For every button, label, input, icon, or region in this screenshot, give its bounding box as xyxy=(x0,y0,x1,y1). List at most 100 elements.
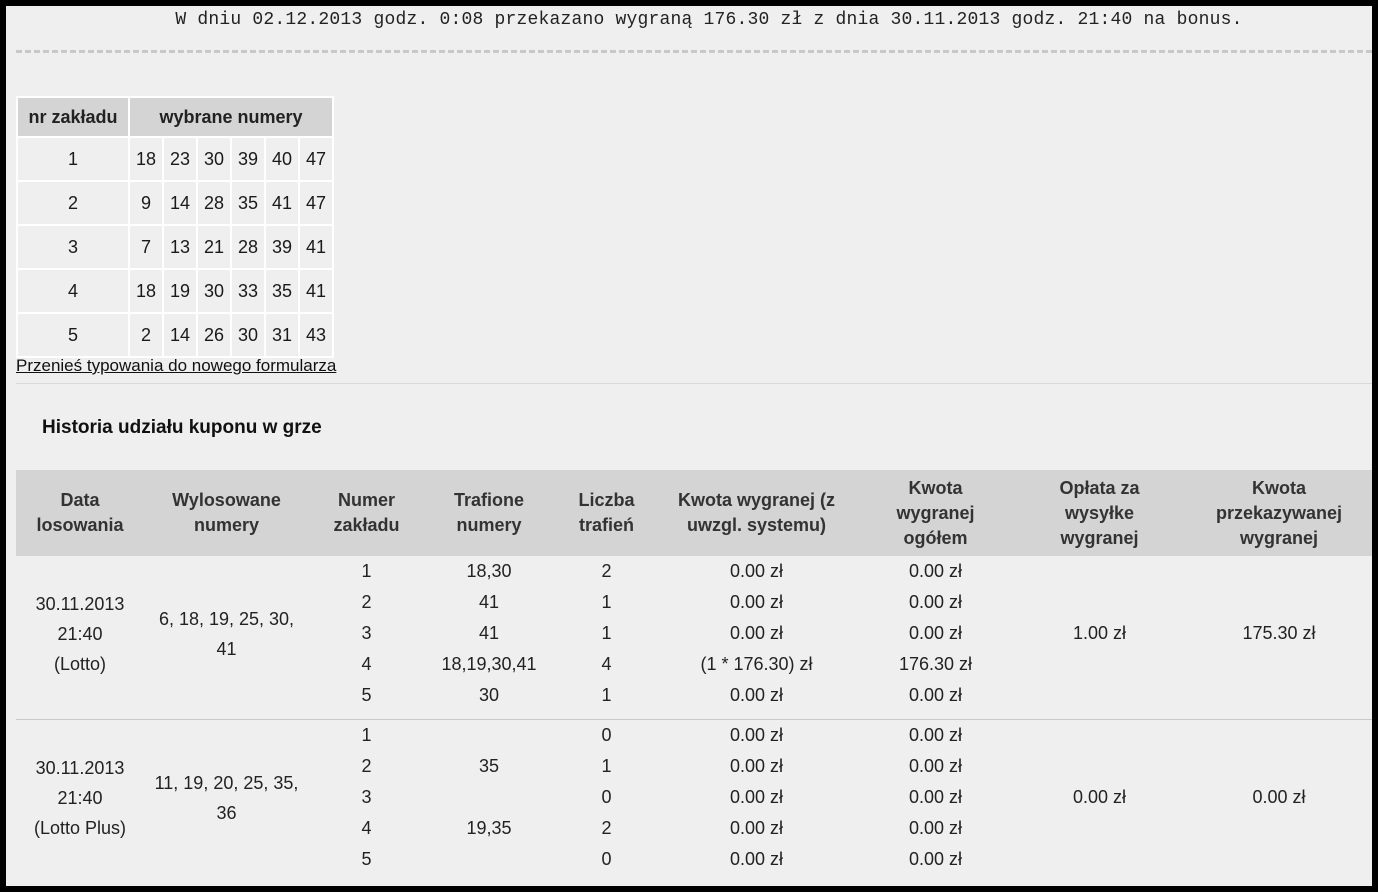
total-win: 0.00 zł xyxy=(908,685,963,705)
selected-number: 47 xyxy=(298,180,334,226)
total-win: 0.00 zł xyxy=(908,561,963,581)
win-amount: 0.00 zł xyxy=(729,818,784,838)
bet-number: 2 xyxy=(361,592,372,612)
win-amount: 0.00 zł xyxy=(729,592,784,612)
win-amount: 0.00 zł xyxy=(729,787,784,807)
transfer-notice: W dniu 02.12.2013 godz. 0:08 przekazano … xyxy=(175,10,1243,30)
hit-numbers: 41 xyxy=(478,623,500,643)
selected-number: 14 xyxy=(162,312,198,358)
hit-count: 1 xyxy=(601,592,612,612)
selected-number: 30 xyxy=(230,312,266,358)
selected-number: 28 xyxy=(196,180,232,226)
win-amount: 0.00 zł xyxy=(729,756,784,776)
selected-number: 39 xyxy=(230,136,266,182)
bets-header-row: nr zakładu wybrane numery xyxy=(16,96,334,138)
selected-number: 9 xyxy=(128,180,164,226)
hit-numbers: 18,30 xyxy=(466,561,512,581)
selected-number: 41 xyxy=(298,224,334,270)
hit-numbers xyxy=(424,844,554,875)
selected-number: 2 xyxy=(128,312,164,358)
bet-number: 2 xyxy=(16,180,130,226)
bet-number: 5 xyxy=(361,849,372,869)
selected-number: 21 xyxy=(196,224,232,270)
hit-count: 0 xyxy=(601,849,612,869)
selected-number: 7 xyxy=(128,224,164,270)
bet-number: 2 xyxy=(361,756,372,776)
bet-row: 1 18 23 30 39 40 47 xyxy=(16,136,334,182)
page-content: W dniu 02.12.2013 godz. 0:08 przekazano … xyxy=(6,6,1372,886)
total-win: 0.00 zł xyxy=(908,849,963,869)
draw-date: 30.11.2013 21:40 (Lotto Plus) xyxy=(33,757,127,838)
bet-number: 1 xyxy=(16,136,130,182)
shipping-fee: 0.00 zł xyxy=(1072,787,1127,807)
history-header-row: Data losowania Wylosowane numery Numer zakład… xyxy=(16,470,1372,556)
selected-number: 40 xyxy=(264,136,300,182)
bet-row: 2 9 14 28 35 41 47 xyxy=(16,180,334,226)
coupon-history-table: Data losowania Wylosowane numery Numer zakład… xyxy=(16,470,1372,875)
selected-number: 18 xyxy=(128,136,164,182)
selected-number: 18 xyxy=(128,268,164,314)
dashed-divider xyxy=(16,50,1372,53)
selected-number: 30 xyxy=(196,268,232,314)
win-amount: 0.00 zł xyxy=(729,623,784,643)
total-win: 0.00 zł xyxy=(908,623,963,643)
history-column-header: Liczba trafień xyxy=(554,470,659,556)
hit-numbers xyxy=(424,782,554,813)
hit-count: 2 xyxy=(601,818,612,838)
selected-number: 47 xyxy=(298,136,334,182)
header-selected-numbers: wybrane numery xyxy=(128,96,334,138)
bet-number: 5 xyxy=(16,312,130,358)
selected-number: 19 xyxy=(162,268,198,314)
bet-number: 3 xyxy=(361,623,372,643)
transfer-bets-link[interactable]: Przenieś typowania do nowego formularza xyxy=(16,356,336,376)
hit-count: 1 xyxy=(601,756,612,776)
win-amount: 0.00 zł xyxy=(729,849,784,869)
total-win: 0.00 zł xyxy=(908,787,963,807)
hit-numbers: 19,35 xyxy=(466,818,512,838)
hit-count: 0 xyxy=(601,787,612,807)
total-win: 0.00 zł xyxy=(908,592,963,612)
drawn-numbers: 11, 19, 20, 25, 35, 36 xyxy=(154,772,299,823)
transferred-amount: 175.30 zł xyxy=(1242,623,1316,643)
selected-number: 35 xyxy=(230,180,266,226)
history-column-header: Kwota wygranej (z uwzgl. systemu) xyxy=(659,470,854,556)
bet-number: 5 xyxy=(361,685,372,705)
selected-number: 13 xyxy=(162,224,198,270)
drawn-numbers: 6, 18, 19, 25, 30, 41 xyxy=(158,608,295,659)
history-title: Historia udziału kuponu w grze xyxy=(42,417,322,438)
bet-number: 4 xyxy=(361,818,372,838)
bet-number: 3 xyxy=(16,224,130,270)
total-win: 176.30 zł xyxy=(898,654,973,674)
bet-number: 4 xyxy=(16,268,130,314)
selected-number: 28 xyxy=(230,224,266,270)
hit-count: 1 xyxy=(601,623,612,643)
selected-number: 35 xyxy=(264,268,300,314)
bet-row: 4 18 19 30 33 35 41 xyxy=(16,268,334,314)
total-win: 0.00 zł xyxy=(908,756,963,776)
win-amount: 0.00 zł xyxy=(729,685,784,705)
bet-number: 4 xyxy=(361,654,372,674)
win-amount: 0.00 zł xyxy=(729,561,784,581)
history-column-header: Data losowania xyxy=(16,470,144,556)
total-win: 0.00 zł xyxy=(908,725,963,745)
hit-numbers xyxy=(424,720,554,752)
hit-count: 2 xyxy=(601,561,612,581)
group-separator xyxy=(16,711,1372,720)
selected-number: 39 xyxy=(264,224,300,270)
bet-number: 3 xyxy=(361,787,372,807)
hit-count: 1 xyxy=(601,685,612,705)
history-row: 30.11.2013 21:40 (Lotto) 6, 18, 19, 25, 30,… xyxy=(16,556,1372,674)
hit-count: 0 xyxy=(601,725,612,745)
hit-numbers: 18,19,30,41 xyxy=(441,654,537,674)
bet-number: 1 xyxy=(361,725,372,745)
win-amount: (1 * 176.30) zł xyxy=(700,654,813,674)
hit-count: 4 xyxy=(601,654,612,674)
selected-number: 30 xyxy=(196,136,232,182)
hit-numbers: 30 xyxy=(478,685,500,705)
selected-number: 43 xyxy=(298,312,334,358)
draw-date: 30.11.2013 21:40 (Lotto) xyxy=(35,593,125,674)
transferred-amount: 0.00 zł xyxy=(1252,787,1306,807)
history-column-header: Wylosowane numery xyxy=(144,470,309,556)
group-separator-cell xyxy=(16,711,1372,720)
win-amount: 0.00 zł xyxy=(729,725,784,745)
